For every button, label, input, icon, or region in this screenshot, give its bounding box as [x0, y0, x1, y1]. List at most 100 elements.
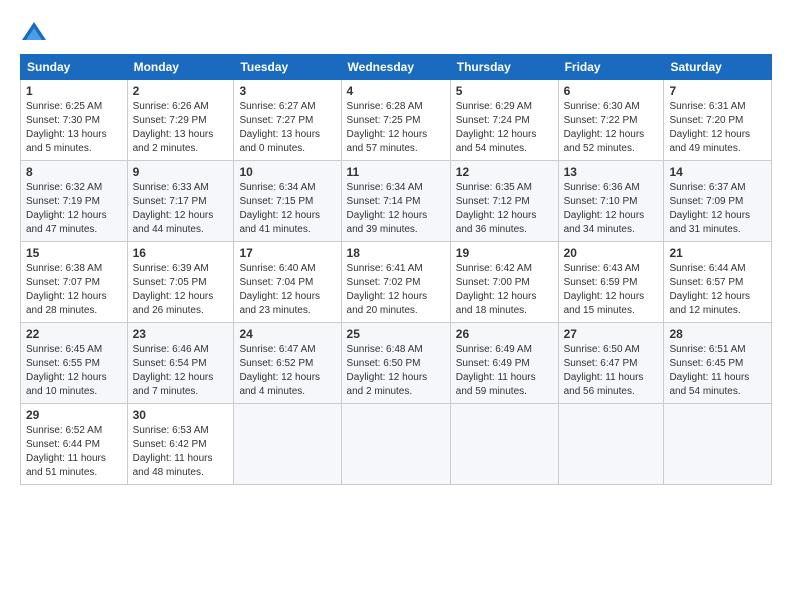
day-number: 24 [239, 327, 335, 341]
calendar-cell: 10Sunrise: 6:34 AM Sunset: 7:15 PM Dayli… [234, 161, 341, 242]
calendar-cell [558, 404, 664, 485]
calendar-cell: 14Sunrise: 6:37 AM Sunset: 7:09 PM Dayli… [664, 161, 772, 242]
day-number: 6 [564, 84, 659, 98]
day-number: 15 [26, 246, 122, 260]
calendar-cell: 17 Sunrise: 6:40 AM Sunset: 7:04 PM Dayli… [234, 242, 341, 323]
weekday-header-thursday: Thursday [450, 55, 558, 80]
calendar-cell: 22 Sunrise: 6:45 AM Sunset: 6:55 PM Dayli… [21, 323, 128, 404]
calendar-cell: 23 Sunrise: 6:46 AM Sunset: 6:54 PM Dayli… [127, 323, 234, 404]
calendar-cell: 9 Sunrise: 6:33 AM Sunset: 7:17 PM Daylig… [127, 161, 234, 242]
logo-icon [20, 20, 48, 48]
day-info: Sunrise: 6:45 AM Sunset: 6:55 PM Dayligh… [26, 343, 122, 399]
calendar-cell [664, 404, 772, 485]
calendar-cell: 25 Sunrise: 6:48 AM Sunset: 6:50 PM Dayli… [341, 323, 450, 404]
day-number: 2 [133, 84, 229, 98]
calendar-cell: 18Sunrise: 6:41 AM Sunset: 7:02 PM Dayli… [341, 242, 450, 323]
day-info: Sunrise: 6:43 AM Sunset: 6:59 PM Dayligh… [564, 262, 659, 318]
calendar-cell: 12 Sunrise: 6:35 AM Sunset: 7:12 PM Dayli… [450, 161, 558, 242]
day-number: 23 [133, 327, 229, 341]
day-number: 1 [26, 84, 122, 98]
day-info: Sunrise: 6:25 AM Sunset: 7:30 PM Dayligh… [26, 100, 122, 156]
day-info: Sunrise: 6:44 AM Sunset: 6:57 PM Dayligh… [669, 262, 766, 318]
day-info: Sunrise: 6:40 AM Sunset: 7:04 PM Dayligh… [239, 262, 335, 318]
day-info: Sunrise: 6:29 AM Sunset: 7:24 PM Dayligh… [456, 100, 553, 156]
calendar-cell: 13 Sunrise: 6:36 AM Sunset: 7:10 PM Dayli… [558, 161, 664, 242]
day-info: Sunrise: 6:38 AM Sunset: 7:07 PM Dayligh… [26, 262, 122, 318]
calendar-cell: 2 Sunrise: 6:26 AM Sunset: 7:29 PM Daylig… [127, 80, 234, 161]
day-number: 21 [669, 246, 766, 260]
week-row-1: 1 Sunrise: 6:25 AM Sunset: 7:30 PM Daylig… [21, 80, 772, 161]
day-info: Sunrise: 6:48 AM Sunset: 6:50 PM Dayligh… [347, 343, 445, 399]
day-info: Sunrise: 6:53 AM Sunset: 6:42 PM Dayligh… [133, 424, 229, 480]
week-row-4: 22 Sunrise: 6:45 AM Sunset: 6:55 PM Dayli… [21, 323, 772, 404]
calendar-cell: 6 Sunrise: 6:30 AM Sunset: 7:22 PM Daylig… [558, 80, 664, 161]
day-info: Sunrise: 6:32 AM Sunset: 7:19 PM Dayligh… [26, 181, 122, 237]
calendar-table: SundayMondayTuesdayWednesdayThursdayFrid… [20, 54, 772, 485]
calendar-cell: 5 Sunrise: 6:29 AM Sunset: 7:24 PM Daylig… [450, 80, 558, 161]
day-number: 5 [456, 84, 553, 98]
page: SundayMondayTuesdayWednesdayThursdayFrid… [0, 0, 792, 612]
day-number: 8 [26, 165, 122, 179]
week-row-2: 8 Sunrise: 6:32 AM Sunset: 7:19 PM Daylig… [21, 161, 772, 242]
day-number: 16 [133, 246, 229, 260]
day-number: 11 [347, 165, 445, 179]
day-info: Sunrise: 6:42 AM Sunset: 7:00 PM Dayligh… [456, 262, 553, 318]
day-info: Sunrise: 6:51 AM Sunset: 6:45 PM Dayligh… [669, 343, 766, 399]
calendar-cell: 26 Sunrise: 6:49 AM Sunset: 6:49 PM Dayli… [450, 323, 558, 404]
calendar-cell: 28 Sunrise: 6:51 AM Sunset: 6:45 PM Dayli… [664, 323, 772, 404]
day-info: Sunrise: 6:28 AM Sunset: 7:25 PM Dayligh… [347, 100, 445, 156]
calendar-cell: 3 Sunrise: 6:27 AM Sunset: 7:27 PM Daylig… [234, 80, 341, 161]
day-number: 13 [564, 165, 659, 179]
day-number: 22 [26, 327, 122, 341]
weekday-header-wednesday: Wednesday [341, 55, 450, 80]
day-number: 30 [133, 408, 229, 422]
day-number: 12 [456, 165, 553, 179]
day-info: Sunrise: 6:41 AM Sunset: 7:02 PM Dayligh… [347, 262, 445, 318]
day-number: 3 [239, 84, 335, 98]
weekday-header-friday: Friday [558, 55, 664, 80]
calendar-cell [234, 404, 341, 485]
day-info: Sunrise: 6:26 AM Sunset: 7:29 PM Dayligh… [133, 100, 229, 156]
day-number: 27 [564, 327, 659, 341]
day-number: 14 [669, 165, 766, 179]
day-info: Sunrise: 6:52 AM Sunset: 6:44 PM Dayligh… [26, 424, 122, 480]
day-number: 10 [239, 165, 335, 179]
day-info: Sunrise: 6:39 AM Sunset: 7:05 PM Dayligh… [133, 262, 229, 318]
week-row-3: 15 Sunrise: 6:38 AM Sunset: 7:07 PM Dayli… [21, 242, 772, 323]
calendar-cell: 4 Sunrise: 6:28 AM Sunset: 7:25 PM Daylig… [341, 80, 450, 161]
calendar-cell: 27Sunrise: 6:50 AM Sunset: 6:47 PM Dayli… [558, 323, 664, 404]
day-info: Sunrise: 6:33 AM Sunset: 7:17 PM Dayligh… [133, 181, 229, 237]
day-info: Sunrise: 6:49 AM Sunset: 6:49 PM Dayligh… [456, 343, 553, 399]
day-info: Sunrise: 6:35 AM Sunset: 7:12 PM Dayligh… [456, 181, 553, 237]
calendar-cell: 20Sunrise: 6:43 AM Sunset: 6:59 PM Dayli… [558, 242, 664, 323]
weekday-header-monday: Monday [127, 55, 234, 80]
calendar-cell: 11Sunrise: 6:34 AM Sunset: 7:14 PM Dayli… [341, 161, 450, 242]
calendar-cell: 19 Sunrise: 6:42 AM Sunset: 7:00 PM Dayli… [450, 242, 558, 323]
calendar-cell [341, 404, 450, 485]
day-number: 17 [239, 246, 335, 260]
calendar-cell: 1 Sunrise: 6:25 AM Sunset: 7:30 PM Daylig… [21, 80, 128, 161]
day-number: 9 [133, 165, 229, 179]
day-number: 4 [347, 84, 445, 98]
day-info: Sunrise: 6:30 AM Sunset: 7:22 PM Dayligh… [564, 100, 659, 156]
day-number: 19 [456, 246, 553, 260]
calendar-cell: 16 Sunrise: 6:39 AM Sunset: 7:05 PM Dayli… [127, 242, 234, 323]
weekday-header-tuesday: Tuesday [234, 55, 341, 80]
day-number: 26 [456, 327, 553, 341]
day-info: Sunrise: 6:47 AM Sunset: 6:52 PM Dayligh… [239, 343, 335, 399]
day-info: Sunrise: 6:27 AM Sunset: 7:27 PM Dayligh… [239, 100, 335, 156]
calendar-cell: 7 Sunrise: 6:31 AM Sunset: 7:20 PM Daylig… [664, 80, 772, 161]
week-row-5: 29 Sunrise: 6:52 AM Sunset: 6:44 PM Dayli… [21, 404, 772, 485]
day-number: 28 [669, 327, 766, 341]
day-info: Sunrise: 6:36 AM Sunset: 7:10 PM Dayligh… [564, 181, 659, 237]
logo [20, 20, 52, 48]
day-number: 25 [347, 327, 445, 341]
day-number: 7 [669, 84, 766, 98]
day-info: Sunrise: 6:31 AM Sunset: 7:20 PM Dayligh… [669, 100, 766, 156]
calendar-cell: 24 Sunrise: 6:47 AM Sunset: 6:52 PM Dayli… [234, 323, 341, 404]
calendar-cell: 29 Sunrise: 6:52 AM Sunset: 6:44 PM Dayli… [21, 404, 128, 485]
day-info: Sunrise: 6:46 AM Sunset: 6:54 PM Dayligh… [133, 343, 229, 399]
day-number: 29 [26, 408, 122, 422]
calendar-cell: 8 Sunrise: 6:32 AM Sunset: 7:19 PM Daylig… [21, 161, 128, 242]
calendar-cell: 21 Sunrise: 6:44 AM Sunset: 6:57 PM Dayli… [664, 242, 772, 323]
